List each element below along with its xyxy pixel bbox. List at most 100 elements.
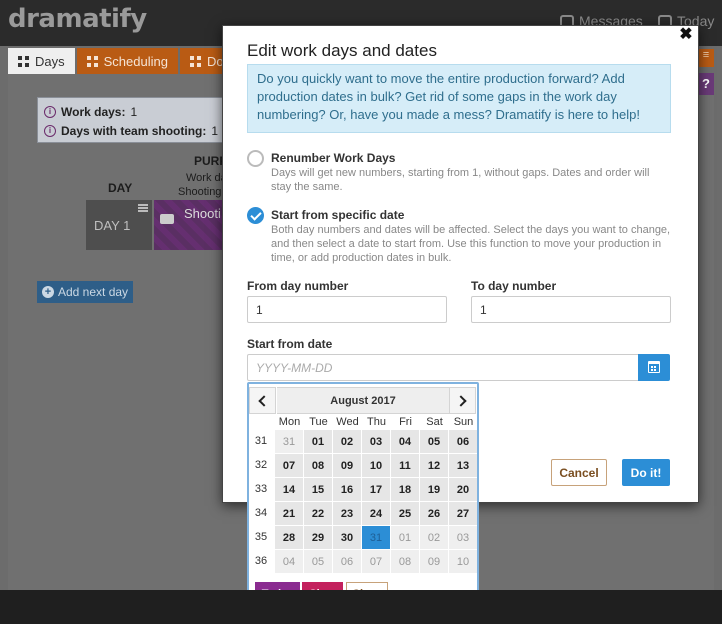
day-cell[interactable]: 30 xyxy=(333,526,361,549)
next-month-button[interactable] xyxy=(449,387,476,414)
do-it-button[interactable]: Do it! xyxy=(622,459,670,486)
to-day-label: To day number xyxy=(471,279,557,293)
day-cell[interactable]: 21 xyxy=(275,502,303,525)
day-card[interactable]: DAY 1 xyxy=(86,200,152,250)
start-date-option-desc: Both day numbers and dates will be affec… xyxy=(271,224,671,264)
day-cell[interactable]: 01 xyxy=(304,430,332,453)
tab-days[interactable]: Days xyxy=(8,48,75,74)
weekday-header: Wed xyxy=(336,416,359,428)
month-label[interactable]: August 2017 xyxy=(277,387,449,414)
weekday-header: Sun xyxy=(453,416,474,428)
cancel-button[interactable]: Cancel xyxy=(551,459,607,486)
week-number: 32 xyxy=(254,459,268,471)
day-cell[interactable]: 06 xyxy=(449,430,477,453)
work-days-subheader: Work da xyxy=(186,172,227,184)
day-cell[interactable]: 18 xyxy=(391,478,419,501)
week-number: 34 xyxy=(254,507,268,519)
day-cell[interactable]: 25 xyxy=(391,502,419,525)
prev-month-button[interactable] xyxy=(249,387,276,414)
bottom-bar xyxy=(0,590,722,624)
work-days-info: i Work days: 1 i Days with team shooting… xyxy=(37,97,227,143)
day-cell[interactable]: 05 xyxy=(304,550,332,573)
hamburger-icon[interactable] xyxy=(138,204,148,212)
start-date-radio[interactable] xyxy=(247,207,264,224)
week-number: 36 xyxy=(254,555,268,567)
day-cell[interactable]: 26 xyxy=(420,502,448,525)
start-date-label: Start from date xyxy=(247,337,333,351)
weekday-header: Mon xyxy=(278,416,301,428)
app-logo[interactable]: dramatify xyxy=(8,4,147,34)
day-cell[interactable]: 01 xyxy=(391,526,419,549)
day-cell[interactable]: 10 xyxy=(362,454,390,477)
camera-icon xyxy=(160,214,174,224)
day-cell[interactable]: 07 xyxy=(362,550,390,573)
day-cell[interactable]: 24 xyxy=(362,502,390,525)
document-icon xyxy=(189,55,201,67)
start-date-input[interactable] xyxy=(247,354,639,381)
day-cell[interactable]: 19 xyxy=(420,478,448,501)
weekday-header: Fri xyxy=(399,416,412,428)
info-icon: i xyxy=(44,105,56,118)
week-number: 35 xyxy=(254,531,268,543)
from-day-input[interactable] xyxy=(247,296,447,323)
chevron-right-icon xyxy=(455,394,467,407)
day-cell[interactable]: 09 xyxy=(333,454,361,477)
day-cell[interactable]: 02 xyxy=(420,526,448,549)
from-day-label: From day number xyxy=(247,279,349,293)
day-cell[interactable]: 03 xyxy=(449,526,477,549)
day-cell[interactable]: 31 xyxy=(275,430,303,453)
start-date-option-title[interactable]: Start from specific date xyxy=(271,208,404,222)
day-cell[interactable]: 10 xyxy=(449,550,477,573)
day-cell[interactable]: 14 xyxy=(275,478,303,501)
to-day-input[interactable] xyxy=(471,296,671,323)
day-cell[interactable]: 02 xyxy=(333,430,361,453)
grid-icon xyxy=(18,55,29,67)
day-cell[interactable]: 20 xyxy=(449,478,477,501)
day-cell[interactable]: 05 xyxy=(420,430,448,453)
day-column-header: DAY xyxy=(108,181,133,195)
day-cell[interactable]: 04 xyxy=(275,550,303,573)
weekday-header: Sat xyxy=(426,416,443,428)
weekday-header: Thu xyxy=(367,416,386,428)
intro-alert: Do you quickly want to move the entire p… xyxy=(247,64,671,133)
datepicker-nav: August 2017 xyxy=(249,387,477,414)
tab-scheduling[interactable]: Scheduling xyxy=(76,48,178,74)
day-cell[interactable]: 07 xyxy=(275,454,303,477)
calendar-button[interactable] xyxy=(638,354,670,381)
day-cell[interactable]: 16 xyxy=(333,478,361,501)
help-icon[interactable]: ? xyxy=(698,73,714,95)
chevron-left-icon xyxy=(258,394,270,407)
modal-title: Edit work days and dates xyxy=(247,41,437,60)
day-cell[interactable]: 31 xyxy=(362,526,390,549)
day-cell[interactable]: 08 xyxy=(304,454,332,477)
calendar-icon xyxy=(648,361,660,373)
renumber-radio[interactable] xyxy=(247,150,264,167)
info-icon: i xyxy=(44,124,56,137)
grid-icon xyxy=(86,55,98,67)
day-cell[interactable]: 11 xyxy=(391,454,419,477)
day-cell[interactable]: 12 xyxy=(420,454,448,477)
add-next-day-button[interactable]: + Add next day xyxy=(37,281,133,303)
renumber-option-title[interactable]: Renumber Work Days xyxy=(271,151,395,165)
day-cell[interactable]: 08 xyxy=(391,550,419,573)
day-cell[interactable]: 03 xyxy=(362,430,390,453)
week-number: 31 xyxy=(254,435,268,447)
close-icon[interactable]: ✖ xyxy=(678,27,694,43)
day-cell[interactable]: 23 xyxy=(333,502,361,525)
weekday-header: Tue xyxy=(309,416,328,428)
main-tabs: Days Scheduling Doc xyxy=(8,48,242,74)
day-cell[interactable]: 13 xyxy=(449,454,477,477)
day-cell[interactable]: 17 xyxy=(362,478,390,501)
shooting-card[interactable]: Shooti xyxy=(154,200,222,250)
day-cell[interactable]: 09 xyxy=(420,550,448,573)
day-cell[interactable]: 15 xyxy=(304,478,332,501)
week-number: 33 xyxy=(254,483,268,495)
renumber-option-desc: Days will get new numbers, starting from… xyxy=(271,167,650,193)
day-cell[interactable]: 28 xyxy=(275,526,303,549)
day-cell[interactable]: 27 xyxy=(449,502,477,525)
day-cell[interactable]: 29 xyxy=(304,526,332,549)
menu-icon[interactable]: ≡ xyxy=(698,49,714,67)
day-cell[interactable]: 22 xyxy=(304,502,332,525)
day-cell[interactable]: 06 xyxy=(333,550,361,573)
day-cell[interactable]: 04 xyxy=(391,430,419,453)
